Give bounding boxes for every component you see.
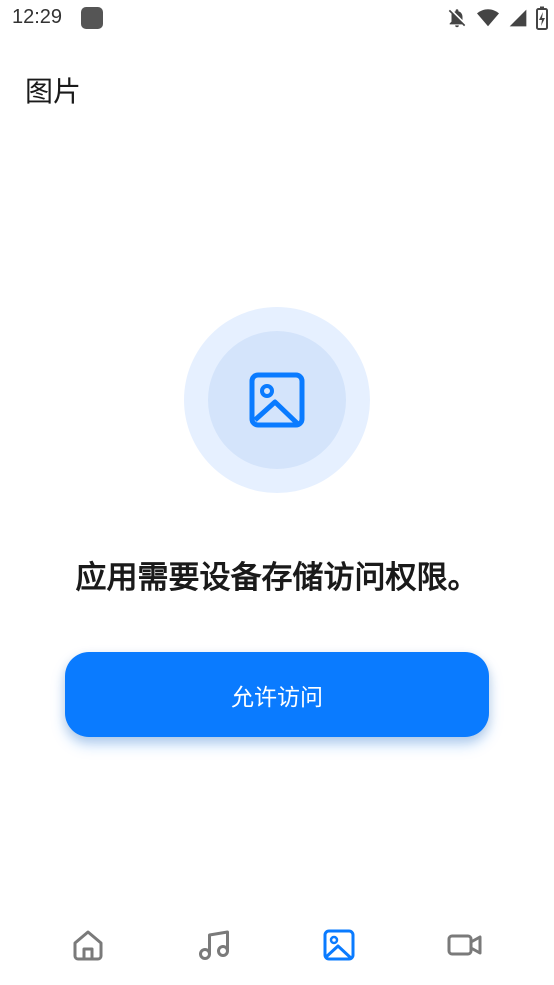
permission-message: 应用需要设备存储访问权限。 — [75, 560, 479, 596]
allow-access-label: 允许访问 — [231, 684, 323, 711]
nav-music[interactable] — [194, 925, 234, 965]
image-icon — [323, 929, 355, 961]
nav-home[interactable] — [68, 925, 108, 965]
image-icon — [249, 372, 305, 428]
battery-charging-icon — [536, 6, 548, 30]
permission-illustration-inner — [208, 331, 346, 469]
bell-off-icon — [448, 9, 466, 28]
wifi-icon — [477, 9, 499, 27]
nav-images[interactable] — [319, 925, 359, 965]
cellular-signal-icon — [509, 9, 527, 27]
permission-illustration — [184, 307, 370, 493]
allow-access-button[interactable]: 允许访问 — [65, 652, 489, 737]
status-icons — [446, 6, 548, 30]
bottom-nav — [0, 905, 554, 985]
app-notification-icon — [81, 7, 103, 29]
video-camera-icon — [447, 934, 482, 956]
music-note-icon — [199, 930, 229, 960]
status-time: 12:29 — [12, 6, 63, 28]
home-icon — [73, 930, 103, 961]
status-bar: 12:29 — [0, 0, 554, 40]
nav-videos[interactable] — [445, 925, 485, 965]
page-title: 图片 — [25, 75, 82, 108]
